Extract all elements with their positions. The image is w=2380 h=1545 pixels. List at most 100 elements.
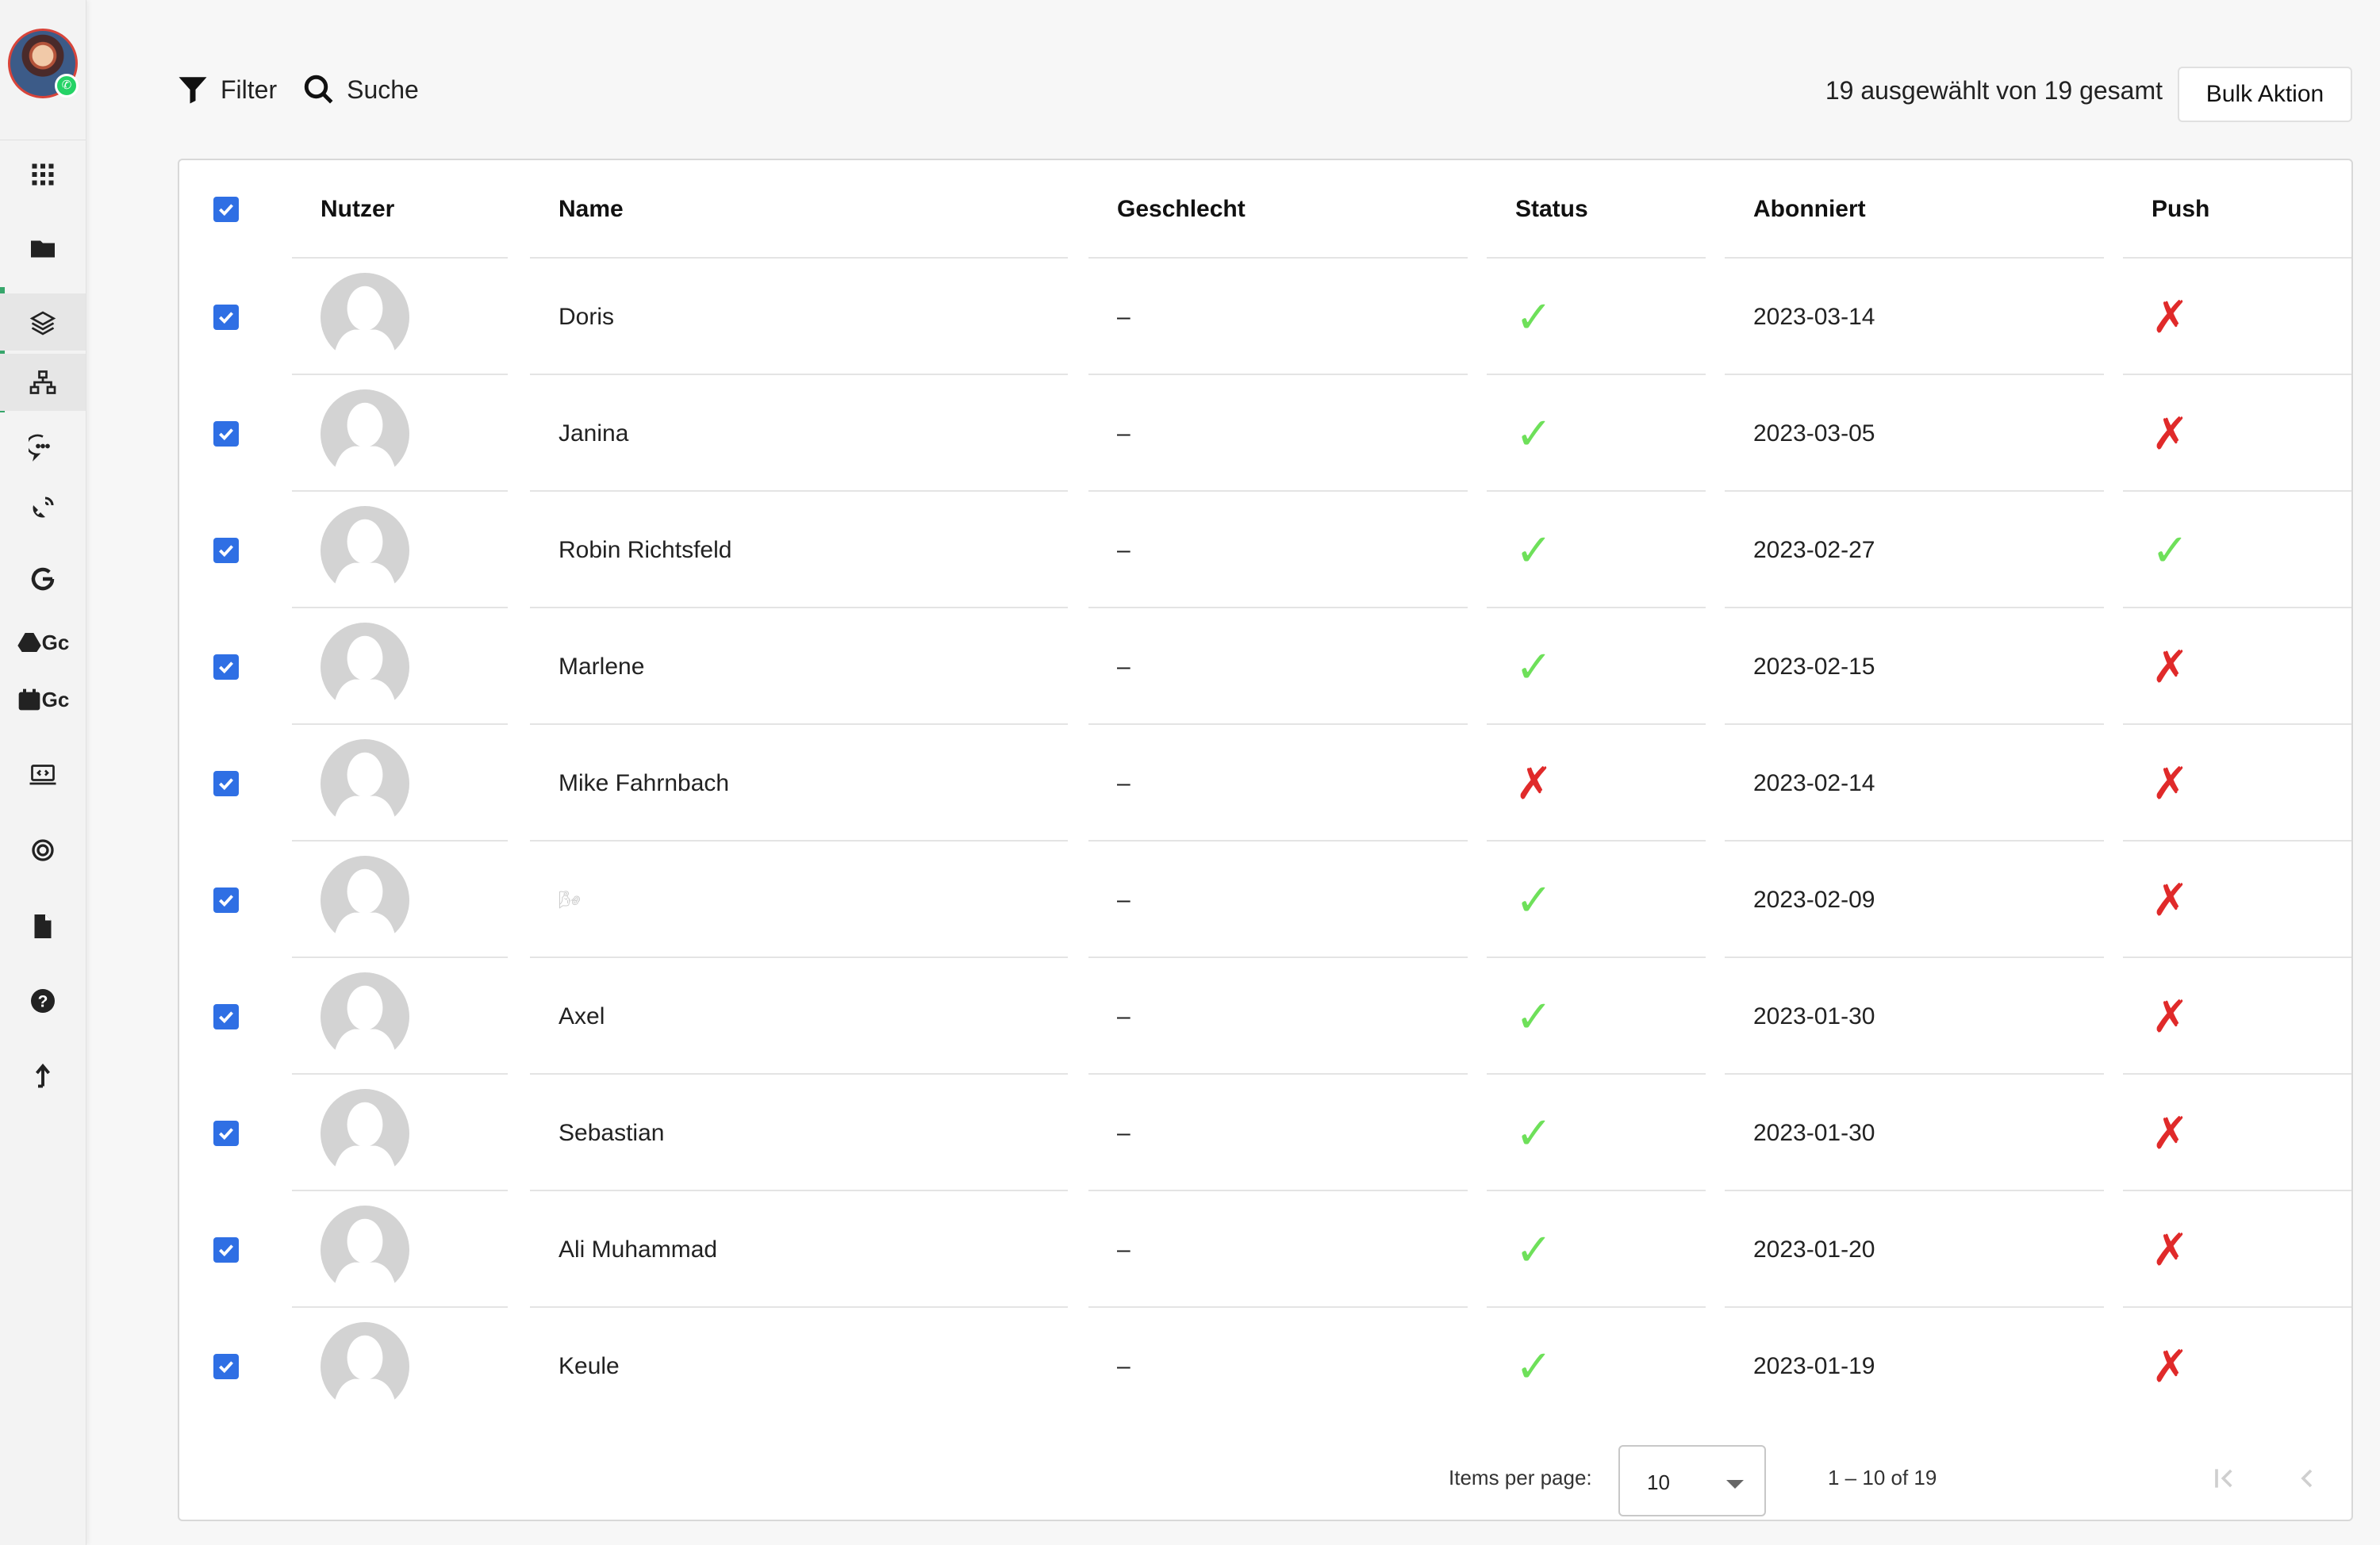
sitemap-icon xyxy=(29,370,56,394)
sidebar-item-broadcast[interactable] xyxy=(0,479,86,536)
table-row[interactable]: Sebastian – ✓ 2023-01-30 ✗ xyxy=(179,1075,2351,1191)
google-drive-label: Gc xyxy=(41,630,70,654)
row-checkbox[interactable] xyxy=(213,887,239,913)
row-select-cell xyxy=(179,608,273,725)
sidebar-item-files[interactable] xyxy=(0,220,86,278)
row-checkbox[interactable] xyxy=(213,1003,239,1029)
table-row[interactable]: Janina – ✓ 2023-03-05 ✗ xyxy=(179,375,2351,492)
status-cell: ✗ xyxy=(1487,725,1706,842)
sidebar-item-documents[interactable] xyxy=(0,898,86,955)
table-row[interactable]: Keule – ✓ 2023-01-19 ✗ xyxy=(179,1308,2351,1424)
push-cross-icon: ✗ xyxy=(2152,1340,2189,1391)
status-check-icon: ✓ xyxy=(1515,874,1553,925)
gender-cell: – xyxy=(1088,958,1468,1075)
column-header-gender[interactable]: Geschlecht xyxy=(1088,160,1468,259)
sidebar-item-layers[interactable] xyxy=(0,293,86,351)
column-header-status[interactable]: Status xyxy=(1487,160,1706,259)
column-header-subscribed[interactable]: Abonniert xyxy=(1725,160,2104,259)
dropdown-arrow-icon xyxy=(1726,1480,1744,1489)
default-avatar-icon xyxy=(321,1205,409,1294)
check-icon xyxy=(219,544,233,557)
table-row[interactable]: Axel – ✓ 2023-01-30 ✗ xyxy=(179,958,2351,1075)
subscribed-cell: 2023-02-15 xyxy=(1725,608,2104,725)
table-row[interactable]: Mike Fahrnbach – ✗ 2023-02-14 ✗ xyxy=(179,725,2351,842)
gender-cell: – xyxy=(1088,725,1468,842)
status-cross-icon: ✗ xyxy=(1515,757,1553,808)
gender-cell: – xyxy=(1088,1075,1468,1191)
row-checkbox[interactable] xyxy=(213,654,239,680)
subscribed-cell: 2023-02-14 xyxy=(1725,725,2104,842)
items-per-page-select[interactable]: 10 xyxy=(1618,1445,1766,1516)
column-header-user[interactable]: Nutzer xyxy=(292,160,508,259)
subscribed-cell: 2023-01-30 xyxy=(1725,958,2104,1075)
name-cell: Mike Fahrnbach xyxy=(530,725,1068,842)
previous-page-button[interactable] xyxy=(2282,1453,2332,1504)
row-checkbox[interactable] xyxy=(213,770,239,796)
sidebar-item-apps[interactable] xyxy=(0,146,86,203)
sidebar-item-structure[interactable] xyxy=(0,354,86,411)
row-checkbox[interactable] xyxy=(213,537,239,563)
first-page-button[interactable] xyxy=(2199,1453,2250,1504)
sidebar-item-chat[interactable] xyxy=(0,419,86,476)
row-checkbox[interactable] xyxy=(213,304,239,330)
sidebar-item-export[interactable] xyxy=(0,1047,86,1104)
check-icon xyxy=(219,1010,233,1023)
gender-cell: – xyxy=(1088,1191,1468,1308)
row-select-cell xyxy=(179,1191,273,1308)
select-all-cell xyxy=(179,160,273,259)
gender-cell: – xyxy=(1088,375,1468,492)
push-cell: ✗ xyxy=(2123,375,2351,492)
bulk-action-button[interactable]: Bulk Aktion xyxy=(2178,67,2352,122)
gender-value: – xyxy=(1117,1003,1130,1029)
select-all-checkbox[interactable] xyxy=(213,197,239,222)
name-cell: 🌬 xyxy=(530,842,1068,958)
filter-button[interactable]: Filter xyxy=(176,73,277,106)
sidebar-item-embed[interactable] xyxy=(0,746,86,803)
sidebar-item-google-drive[interactable]: Gc xyxy=(0,614,86,671)
first-page-icon xyxy=(2215,1469,2232,1488)
table-row[interactable]: Robin Richtsfeld – ✓ 2023-02-27 ✓ xyxy=(179,492,2351,608)
status-cell: ✓ xyxy=(1487,375,1706,492)
column-header-push[interactable]: Push xyxy=(2123,160,2351,259)
user-name: Janina xyxy=(559,420,629,447)
table-row[interactable]: Ali Muhammad – ✓ 2023-01-20 ✗ xyxy=(179,1191,2351,1308)
embed-code-icon xyxy=(29,765,56,785)
column-header-status-label: Status xyxy=(1515,196,1588,222)
sidebar-item-google-calendar[interactable]: Gc xyxy=(0,671,86,728)
user-avatar-cell xyxy=(292,725,508,842)
gender-value: – xyxy=(1117,886,1130,913)
row-checkbox[interactable] xyxy=(213,1120,239,1146)
status-check-icon: ✓ xyxy=(1515,408,1553,458)
next-page-button[interactable] xyxy=(2366,1453,2380,1504)
push-cross-icon: ✗ xyxy=(2152,991,2189,1041)
row-checkbox[interactable] xyxy=(213,1353,239,1379)
profile-avatar[interactable]: ✆ xyxy=(8,29,79,98)
chevron-right-icon xyxy=(2375,1463,2380,1494)
toolbar: Filter Suche xyxy=(176,73,444,106)
status-cell: ✓ xyxy=(1487,958,1706,1075)
svg-text:?: ? xyxy=(38,993,48,1011)
column-header-name[interactable]: Name xyxy=(530,160,1068,259)
gender-cell: – xyxy=(1088,259,1468,375)
table-row[interactable]: 🌬 – ✓ 2023-02-09 ✗ xyxy=(179,842,2351,958)
sidebar-item-google[interactable] xyxy=(0,550,86,608)
user-avatar-cell xyxy=(292,1075,508,1191)
subscribed-cell: 2023-01-19 xyxy=(1725,1308,2104,1424)
row-select-cell xyxy=(179,958,273,1075)
status-check-icon: ✓ xyxy=(1515,524,1553,575)
column-header-subscribed-label: Abonniert xyxy=(1753,196,1866,222)
push-cross-icon: ✗ xyxy=(2152,291,2189,342)
search-button[interactable]: Suche xyxy=(302,73,419,106)
user-avatar-cell xyxy=(292,375,508,492)
sidebar-item-help[interactable]: ? xyxy=(0,972,86,1029)
table-row[interactable]: Marlene – ✓ 2023-02-15 ✗ xyxy=(179,608,2351,725)
gender-cell: – xyxy=(1088,842,1468,958)
column-header-gender-label: Geschlecht xyxy=(1117,196,1246,222)
user-avatar-cell xyxy=(292,842,508,958)
push-cell: ✗ xyxy=(2123,1191,2351,1308)
sidebar-item-support[interactable] xyxy=(0,822,86,879)
row-checkbox[interactable] xyxy=(213,420,239,447)
table-row[interactable]: Doris – ✓ 2023-03-14 ✗ xyxy=(179,259,2351,375)
row-checkbox[interactable] xyxy=(213,1236,239,1263)
filter-label: Filter xyxy=(221,75,278,104)
